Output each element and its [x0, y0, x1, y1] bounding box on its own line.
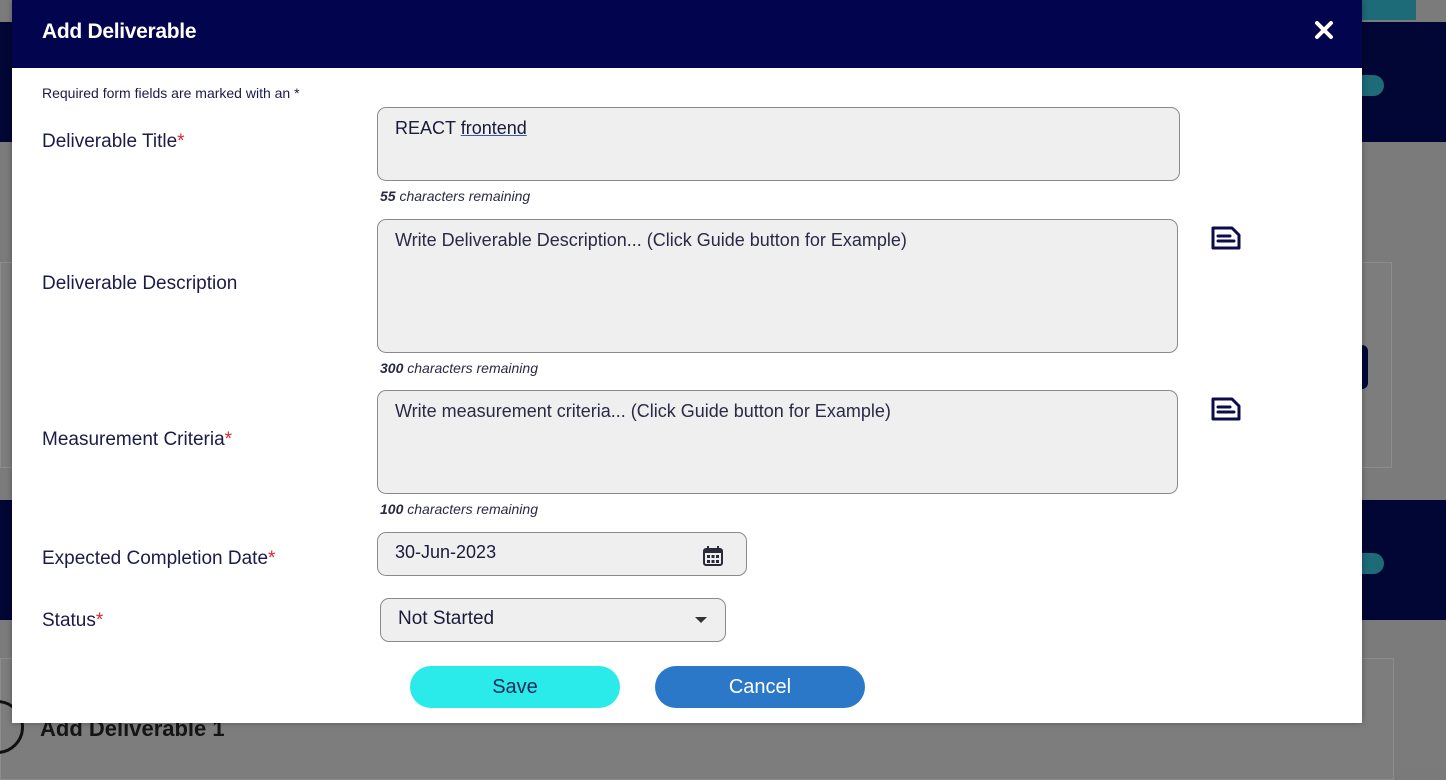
required-fields-note: Required form fields are marked with an … [42, 85, 300, 101]
required-marker: * [95, 610, 104, 631]
criteria-placeholder: Write measurement criteria... (Click Gui… [395, 401, 891, 421]
chevron-down-icon [695, 617, 707, 623]
deliverable-title-label: Deliverable Title* [42, 131, 185, 153]
title-remaining-text: characters remaining [399, 188, 531, 204]
criteria-remaining-count: 100 [380, 501, 404, 517]
status-label: Status* [42, 610, 103, 632]
completion-date-input[interactable]: 30-Jun-2023 [377, 532, 747, 576]
description-remaining-text: characters remaining [407, 360, 538, 376]
description-characters-remaining: 300 characters remaining [380, 360, 538, 376]
criteria-remaining-text: characters remaining [407, 501, 538, 517]
title-value-misspelled-word: frontend [460, 118, 527, 138]
description-guide-icon[interactable] [1210, 224, 1242, 252]
status-label-text: Status [42, 610, 96, 631]
title-remaining-count: 55 [380, 188, 396, 204]
save-button[interactable]: Save [410, 666, 620, 708]
cancel-button[interactable]: Cancel [655, 666, 865, 708]
description-placeholder: Write Deliverable Description... (Click … [395, 230, 907, 250]
measurement-criteria-label-text: Measurement Criteria [42, 429, 225, 450]
completion-date-label: Expected Completion Date* [42, 548, 275, 570]
deliverable-title-label-text: Deliverable Title [42, 131, 178, 152]
measurement-criteria-label: Measurement Criteria* [42, 429, 232, 451]
completion-date-label-text: Expected Completion Date [42, 548, 269, 569]
status-selected-value: Not Started [398, 608, 495, 629]
modal-title: Add Deliverable [42, 20, 197, 43]
deliverable-title-input[interactable]: REACT frontend [377, 107, 1180, 181]
completion-date-value: 30-Jun-2023 [395, 542, 497, 562]
required-marker: * [268, 548, 276, 569]
measurement-criteria-textarea[interactable]: Write measurement criteria... (Click Gui… [377, 390, 1178, 494]
modal-header: Add Deliverable [12, 0, 1362, 68]
required-marker: * [224, 429, 233, 450]
deliverable-description-label: Deliverable Description [42, 273, 238, 294]
criteria-guide-icon[interactable] [1210, 395, 1242, 423]
criteria-characters-remaining: 100 characters remaining [380, 501, 538, 517]
close-icon[interactable] [1312, 18, 1336, 42]
add-deliverable-modal: Add Deliverable Required form fields are… [12, 0, 1362, 723]
status-select[interactable]: Not Started [380, 598, 726, 642]
required-marker: * [177, 131, 185, 152]
calendar-icon[interactable] [702, 545, 724, 567]
description-remaining-count: 300 [380, 360, 404, 376]
deliverable-description-textarea[interactable]: Write Deliverable Description... (Click … [377, 219, 1178, 353]
title-characters-remaining: 55 characters remaining [380, 188, 530, 204]
title-value-word: REACT [395, 118, 456, 138]
